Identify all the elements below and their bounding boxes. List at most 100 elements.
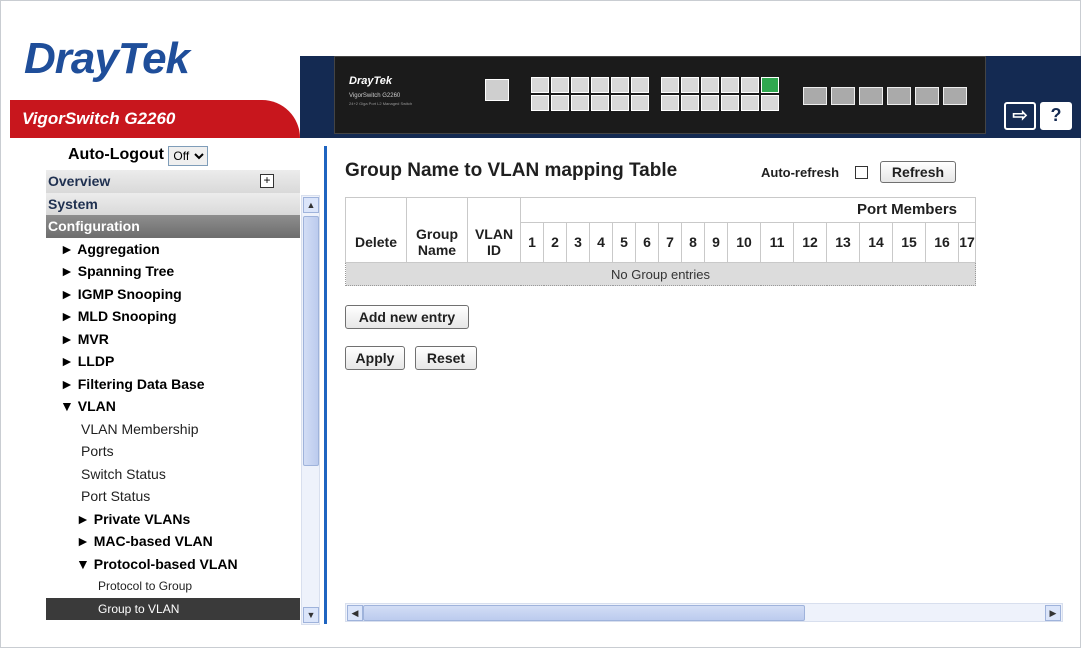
help-icon[interactable]: ? xyxy=(1040,102,1072,130)
table-header-row-2: Delete Group Name VLAN ID 1 2 3 4 5 6 7 8 9 10 11 1… xyxy=(345,221,976,263)
sidebar-item[interactable]: Protocol to Group xyxy=(46,575,300,598)
device-model: VigorSwitch G2260 xyxy=(349,93,401,99)
autologout-select[interactable]: Off xyxy=(168,146,209,166)
rj45-port-icon xyxy=(661,77,679,93)
sfp-port-icon xyxy=(803,87,827,105)
sidebar-item[interactable]: Ports xyxy=(46,440,300,463)
panel-divider[interactable] xyxy=(324,146,327,624)
port-header: 2 xyxy=(543,221,567,263)
autorefresh-label: Auto-refresh xyxy=(761,165,840,180)
port-header: 11 xyxy=(760,221,794,263)
sidebar-item[interactable]: ▼ VLAN xyxy=(46,395,300,418)
rj45-port-icon xyxy=(721,77,739,93)
switch-front-panel: DrayTek VigorSwitch G2260 24+2 Giga Port… xyxy=(334,56,986,134)
sidebar-item[interactable]: VLAN Membership xyxy=(46,418,300,441)
scroll-left-icon[interactable]: ◀ xyxy=(347,605,363,621)
port-header: 13 xyxy=(826,221,860,263)
sidebar-item[interactable]: ▼ Protocol-based VLAN xyxy=(46,553,300,576)
sidebar: Auto-Logout Off Overview System Configurat… xyxy=(46,146,318,624)
rj45-port-icon xyxy=(571,95,589,111)
sidebar-item[interactable]: ► MAC-based VLAN xyxy=(46,530,300,553)
sidebar-item[interactable]: ► MVR xyxy=(46,328,300,351)
sidebar-item[interactable]: Switch Status xyxy=(46,463,300,486)
model-name: VigorSwitch G2260 xyxy=(22,109,176,128)
draytek-logo: DrayTek xyxy=(24,34,190,84)
reset-button[interactable]: Reset xyxy=(415,346,477,370)
port-header: 9 xyxy=(704,221,728,263)
sidebar-item[interactable]: ► MLD Snooping xyxy=(46,305,300,328)
logo-dray: Dray xyxy=(24,34,119,83)
rj45-port-icon xyxy=(611,95,629,111)
sidebar-item[interactable]: ► Aggregation xyxy=(46,238,300,261)
port-header: 5 xyxy=(612,221,636,263)
sfp-port-icon xyxy=(859,87,883,105)
sidebar-item[interactable]: Port Status xyxy=(46,485,300,508)
port-header: 6 xyxy=(635,221,659,263)
scroll-thumb[interactable] xyxy=(303,216,319,466)
rj45-port-icon xyxy=(761,95,779,111)
delete-header: Delete xyxy=(345,222,407,263)
content-hscrollbar[interactable]: ◀ ▶ xyxy=(345,603,1063,622)
sidebar-item[interactable]: System xyxy=(46,192,300,215)
rj45-port-icon xyxy=(681,77,699,93)
sidebar-item[interactable]: ► Filtering Data Base xyxy=(46,373,300,396)
rj45-port-icon xyxy=(721,95,739,111)
scroll-up-icon[interactable]: ▲ xyxy=(303,197,319,213)
add-entry-button[interactable]: Add new entry xyxy=(345,305,469,329)
sidebar-menu: Overview System Configuration ► Aggregation… xyxy=(46,170,300,620)
rj45-port-icon xyxy=(701,77,719,93)
sidebar-item[interactable]: ► LLDP xyxy=(46,350,300,373)
port-header: 3 xyxy=(566,221,590,263)
autorefresh-checkbox[interactable] xyxy=(855,166,868,179)
rj45-port-icon xyxy=(531,77,549,93)
rj45-port-icon xyxy=(631,95,649,111)
th-blank xyxy=(406,197,468,222)
rj45-port-icon xyxy=(631,77,649,93)
port-header: 17 xyxy=(958,221,976,263)
sidebar-item[interactable]: Group to VLAN xyxy=(46,597,300,620)
sfp-port-icon xyxy=(887,87,911,105)
port-header: 7 xyxy=(658,221,682,263)
port-header: 10 xyxy=(727,221,761,263)
logo-tek: Tek xyxy=(117,34,190,83)
rj45-port-icon xyxy=(661,95,679,111)
th-blank xyxy=(467,197,521,222)
expand-icon[interactable]: + xyxy=(260,174,274,188)
rj45-port-icon xyxy=(701,95,719,111)
sidebar-item[interactable]: Configuration xyxy=(46,215,300,238)
empty-message: No Group entries xyxy=(345,262,976,286)
sfp-port-icon xyxy=(831,87,855,105)
rj45-port-icon xyxy=(681,95,699,111)
table-row: No Group entries xyxy=(345,262,976,286)
rj45-port-icon xyxy=(531,95,549,111)
hscroll-thumb[interactable] xyxy=(363,605,805,621)
logout-icon[interactable]: ⇨ xyxy=(1004,102,1036,130)
autologout-label: Auto-Logout xyxy=(68,146,164,163)
refresh-button[interactable]: Refresh xyxy=(880,161,956,183)
scroll-right-icon[interactable]: ▶ xyxy=(1045,605,1061,621)
rj45-port-icon xyxy=(551,77,569,93)
port-header: 16 xyxy=(925,221,959,263)
table-header-row-1: Port Members xyxy=(345,197,976,223)
scroll-down-icon[interactable]: ▼ xyxy=(303,607,319,623)
page-title: Group Name to VLAN mapping Table xyxy=(345,160,678,181)
port-header: 4 xyxy=(589,221,613,263)
sidebar-item[interactable]: ► Spanning Tree xyxy=(46,260,300,283)
rj45-port-icon xyxy=(571,77,589,93)
sfp-port-icon xyxy=(915,87,939,105)
sidebar-item[interactable]: ► Private VLANs xyxy=(46,508,300,531)
rj45-port-icon xyxy=(741,77,759,93)
port-header: 8 xyxy=(681,221,705,263)
port-members-header: Port Members xyxy=(520,197,976,223)
device-subtitle: 24+2 Giga Port L2 Managed Switch xyxy=(349,101,413,106)
console-port-icon xyxy=(485,79,509,101)
port-header: 12 xyxy=(793,221,827,263)
apply-button[interactable]: Apply xyxy=(345,346,405,370)
rj45-port-icon xyxy=(591,95,609,111)
group-name-header: Group Name xyxy=(406,222,468,263)
rj45-port-icon xyxy=(741,95,759,111)
sidebar-scrollbar[interactable]: ▲ ▼ xyxy=(301,195,320,625)
sidebar-item[interactable]: ► IGMP Snooping xyxy=(46,283,300,306)
model-banner: VigorSwitch G2260 xyxy=(10,100,300,138)
th-blank xyxy=(345,197,407,222)
